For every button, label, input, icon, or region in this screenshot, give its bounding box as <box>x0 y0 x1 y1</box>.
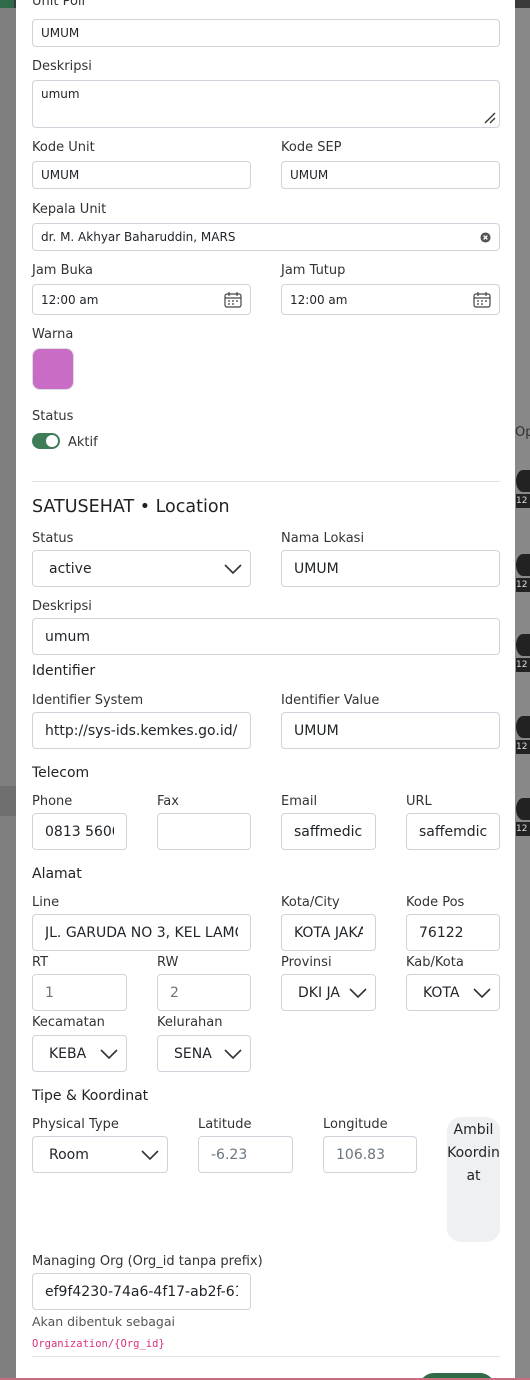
identifier-heading: Identifier <box>32 663 96 679</box>
chevron-down-icon <box>224 1048 242 1059</box>
jam-tutup-input[interactable]: 12:00 am <box>281 284 500 315</box>
status-label: Status <box>32 409 74 424</box>
physical-type-label: Physical Type <box>32 1117 119 1132</box>
section-divider <box>32 481 500 482</box>
url-label: URL <box>406 794 432 809</box>
physical-type-select[interactable]: Room <box>32 1136 168 1173</box>
background-user-icon: 12 <box>516 554 530 602</box>
background-user-icon: 12 <box>516 634 530 682</box>
warna-label: Warna <box>32 327 74 342</box>
kota-input[interactable]: KOTA JAKA <box>281 914 376 951</box>
unit-poli-label: Unit Poli <box>32 0 86 9</box>
longitude-input[interactable]: 106.83 <box>323 1136 417 1173</box>
chevron-down-icon <box>224 563 242 574</box>
managing-org-hint: Akan dibentuk sebagai <box>32 1314 175 1329</box>
kabkota-select[interactable]: KOTA <box>406 974 500 1011</box>
clear-icon[interactable] <box>480 231 491 243</box>
kodepos-label: Kode Pos <box>406 895 465 910</box>
deskripsi-textarea[interactable]: umum <box>32 80 500 128</box>
kode-unit-input[interactable]: UMUM <box>32 161 251 189</box>
ss-status-label: Status <box>32 531 74 546</box>
kelurahan-label: Kelurahan <box>157 1015 223 1030</box>
fax-label: Fax <box>157 794 179 809</box>
status-toggle[interactable] <box>32 433 60 449</box>
longitude-label: Longitude <box>323 1117 388 1132</box>
footer-divider <box>32 1356 500 1357</box>
kepala-unit-select[interactable]: dr. M. Akhyar Baharuddin, MARS <box>32 223 500 251</box>
line-input[interactable]: JL. GARUDA NO 3, KEL LAMC <box>32 914 251 951</box>
resize-handle-icon[interactable] <box>482 110 496 124</box>
ss-deskripsi-input[interactable]: umum <box>32 618 500 655</box>
managing-org-label: Managing Org (Org_id tanpa prefix) <box>32 1254 263 1269</box>
background-user-icon: 12 <box>516 716 530 764</box>
chevron-down-icon <box>141 1149 159 1160</box>
rw-label: RW <box>157 955 179 970</box>
jam-buka-label: Jam Buka <box>32 263 94 278</box>
latitude-input[interactable]: -6.23 <box>198 1136 293 1173</box>
kota-label: Kota/City <box>281 895 340 910</box>
rt-input[interactable]: 1 <box>32 974 127 1011</box>
background-row-stripe <box>0 786 16 816</box>
koordinat-heading: Tipe & Koordinat <box>32 1088 149 1104</box>
kelurahan-select[interactable]: SENA <box>157 1035 251 1072</box>
email-input[interactable]: saffmedic@ <box>281 813 376 850</box>
status-toggle-label: Aktif <box>68 435 98 450</box>
email-label: Email <box>281 794 318 809</box>
background-column-header: Op <box>515 425 530 440</box>
nama-lokasi-input[interactable]: UMUM <box>281 550 500 587</box>
fax-input[interactable] <box>157 813 251 850</box>
kabkota-label: Kab/Kota <box>406 955 464 970</box>
ss-status-select[interactable]: active <box>32 550 251 587</box>
kepala-unit-label: Kepala Unit <box>32 202 107 217</box>
toggle-knob <box>46 435 58 447</box>
kecamatan-select[interactable]: KEBA <box>32 1035 127 1072</box>
telecom-heading: Telecom <box>32 765 90 781</box>
topbar-accent <box>0 0 14 8</box>
url-input[interactable]: saffemdic.c <box>406 813 500 850</box>
deskripsi-label: Deskripsi <box>32 59 92 74</box>
nama-lokasi-label: Nama Lokasi <box>281 531 365 546</box>
managing-org-input[interactable]: ef9f4230-74a6-4f17-ab2f-61 <box>32 1273 251 1310</box>
background-user-icon: 12 <box>516 798 530 846</box>
alamat-heading: Alamat <box>32 866 82 882</box>
calendar-icon[interactable] <box>473 291 491 308</box>
kodepos-input[interactable]: 76122 <box>406 914 500 951</box>
ambil-koordinat-button[interactable]: Ambil Koordinat <box>447 1117 500 1242</box>
unit-poli-input[interactable]: UMUM <box>32 19 500 47</box>
phone-label: Phone <box>32 794 73 809</box>
line-label: Line <box>32 895 60 910</box>
identifier-system-label: Identifier System <box>32 693 144 708</box>
rw-input[interactable]: 2 <box>157 974 251 1011</box>
background-user-icon: 12 <box>516 470 530 518</box>
identifier-value-label: Identifier Value <box>281 693 380 708</box>
identifier-system-input[interactable]: http://sys-ids.kemkes.go.id/location <box>32 712 251 749</box>
identifier-value-input[interactable]: UMUM <box>281 712 500 749</box>
ss-deskripsi-label: Deskripsi <box>32 599 92 614</box>
color-swatch[interactable] <box>32 348 74 390</box>
provinsi-select[interactable]: DKI JA <box>281 974 376 1011</box>
edit-unit-modal: Unit Poli UMUM Deskripsi umum Kode Unit … <box>16 0 515 1380</box>
rt-label: RT <box>32 955 49 970</box>
chevron-down-icon <box>473 987 491 998</box>
kode-sep-input[interactable]: UMUM <box>281 161 500 189</box>
latitude-label: Latitude <box>198 1117 252 1132</box>
satusehat-title: SATUSEHAT • Location <box>32 497 230 517</box>
jam-tutup-label: Jam Tutup <box>281 263 346 278</box>
kecamatan-label: Kecamatan <box>32 1015 105 1030</box>
kode-sep-label: Kode SEP <box>281 140 342 155</box>
jam-buka-input[interactable]: 12:00 am <box>32 284 251 315</box>
managing-org-format: Organization/{Org_id} <box>32 1338 165 1350</box>
calendar-icon[interactable] <box>224 291 242 308</box>
background-table-edge <box>513 8 530 1380</box>
kode-unit-label: Kode Unit <box>32 140 95 155</box>
chevron-down-icon <box>100 1048 118 1059</box>
provinsi-label: Provinsi <box>281 955 332 970</box>
chevron-down-icon <box>349 987 367 998</box>
phone-input[interactable]: 0813 5600 <box>32 813 127 850</box>
